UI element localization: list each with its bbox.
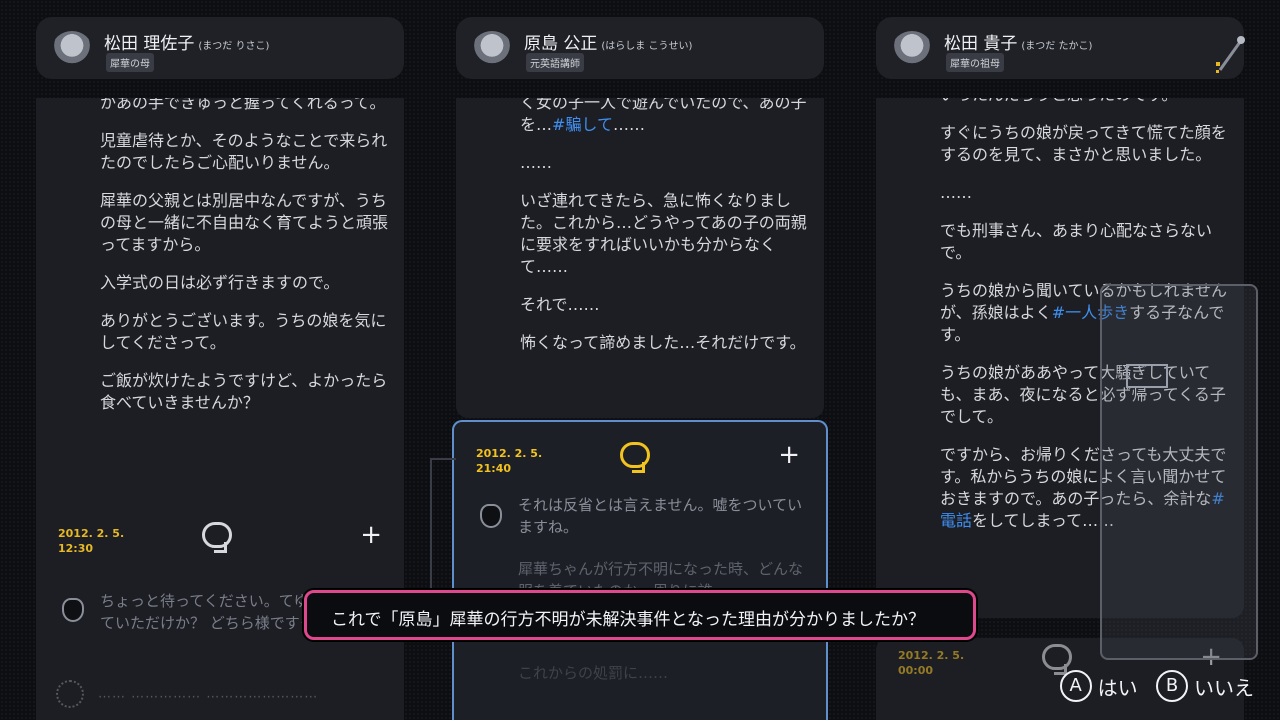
note-date: 2012. 2. 5. 00:00	[898, 649, 965, 677]
keyword-tag[interactable]: #騙して	[552, 115, 613, 134]
note-text: それは反省とは言えません。嘘をついていますね。	[518, 496, 803, 536]
message: 犀華の父親とは別居中なんですが、うちの母と一緒に不自由なく育てようと頑張ってます…	[100, 191, 389, 254]
button-prompts: A はい B いいえ	[1048, 670, 1254, 702]
police-badge-icon	[62, 598, 84, 622]
conversation-panel[interactable]: く女の子一人で遊んでいたので、あの子を…#騙して…… …… いざ連れてきたら、急…	[456, 98, 824, 418]
confirm-dialog: これで「原島」犀華の行方不明が未解決事件となった理由が分かりましたか？	[304, 590, 976, 640]
speech-bubble-icon[interactable]	[620, 442, 650, 473]
message: ご飯が炊けたようですけど、よかったら食べていきませんか？	[100, 371, 388, 412]
profile-header[interactable]: 原島 公正 (はらしま こうせい) 元英語講師	[456, 17, 824, 79]
avatar	[892, 31, 932, 67]
message: すぐにうちの娘が戻ってきて慌てた顔をするのを見て、まさかと思いました。	[940, 123, 1227, 164]
b-button-icon: B	[1156, 670, 1188, 702]
message-list: く女の子一人で遊んでいたので、あの子を…#騙して…… …… いざ連れてきたら、急…	[520, 98, 816, 370]
message: 怖くなって諦めました…それだけです。	[520, 333, 806, 352]
message: 児童虐待とか、そのようなことで来られたのでしたらご心配いりません。	[100, 131, 388, 172]
plus-icon[interactable]: +	[360, 520, 382, 550]
message: いったんだろうと思ったのです。	[940, 98, 1236, 106]
cursor-target	[1126, 364, 1168, 388]
message: ありがとうございます。うちの娘を気にしてくださって。	[100, 311, 387, 352]
globe-icon	[56, 680, 84, 708]
magic-wand-icon	[1216, 36, 1245, 73]
character-name: 松田 理佐子 (まつだ りさこ)	[104, 34, 270, 54]
message: ……	[940, 183, 972, 202]
cursor-overlay	[1100, 284, 1258, 660]
no-button[interactable]: B いいえ	[1156, 670, 1254, 702]
speech-bubble-icon[interactable]	[202, 522, 232, 553]
character-name: 原島 公正 (はらしま こうせい)	[524, 34, 693, 54]
police-badge-icon	[480, 504, 502, 528]
yes-button[interactable]: A はい	[1059, 670, 1138, 702]
connector-line	[430, 458, 432, 588]
note-header: 2012. 2. 5. 12:30 +	[36, 516, 404, 586]
message: でも刑事さん、あまり心配なさらないで。	[940, 221, 1213, 262]
connector-line	[430, 458, 456, 460]
dialog-question: これで「原島」犀華の行方不明が未解決事件となった理由が分かりましたか？	[331, 610, 925, 630]
profile-header[interactable]: 松田 理佐子 (まつだ りさこ) 犀華の母	[36, 17, 404, 79]
avatar	[52, 31, 92, 67]
role-badge: 犀華の祖母	[946, 53, 1004, 72]
a-button-icon: A	[1059, 670, 1092, 702]
message: かあの手できゅっと握ってくれるって。	[100, 98, 386, 112]
plus-icon[interactable]: +	[778, 440, 800, 470]
message: いざ連れてきたら、急に怖くなりました。これから…どうやってあの子の両親に要求をす…	[520, 191, 807, 276]
role-badge: 元英語講師	[526, 53, 584, 72]
message: ……	[520, 153, 552, 172]
selected-note-panel[interactable]: 2012. 2. 5. 21:40 + それは反省とは言えません。嘘をついていま…	[452, 420, 828, 720]
message: 入学式の日は必ず行きますので。	[100, 273, 340, 292]
speech-bubble-icon[interactable]	[1042, 644, 1072, 675]
note-text: これからの処罰に……	[518, 664, 669, 682]
avatar	[472, 31, 512, 67]
note-date: 2012. 2. 5. 21:40	[476, 447, 543, 475]
role-badge: 犀華の母	[106, 53, 154, 72]
character-name: 松田 貴子 (まつだ たかこ)	[944, 34, 1093, 54]
message: それで……	[520, 295, 600, 314]
profile-header[interactable]: 松田 貴子 (まつだ たかこ) 犀華の祖母	[876, 17, 1244, 79]
bottom-bar: …… …………… ……………………	[56, 680, 318, 708]
note-date: 2012. 2. 5. 12:30	[58, 527, 125, 555]
message: く女の子一人で遊んでいたので、あの子を…#騙して……	[520, 98, 807, 134]
message-list: かあの手できゅっと握ってくれるって。 児童虐待とか、そのようなことで来られたので…	[100, 98, 396, 430]
